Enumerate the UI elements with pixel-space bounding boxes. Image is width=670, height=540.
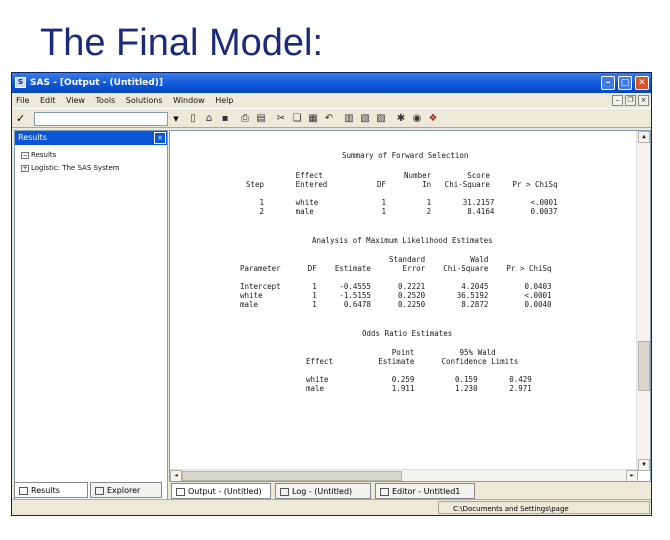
command-input[interactable]: [34, 112, 168, 126]
table-row: male 1 0.6478 0.2250 8.2872 0.0040: [240, 300, 552, 309]
collapse-icon[interactable]: −: [21, 151, 29, 159]
table-row: 2 male 1 2 8.4164 0.0037: [246, 207, 558, 216]
menu-solutions[interactable]: Solutions: [126, 93, 163, 108]
tree-item-label: Logistic: The SAS System: [31, 164, 120, 172]
tab-label: Log - (Untitled): [292, 487, 353, 496]
cut-icon[interactable]: ✂: [274, 112, 288, 126]
paste-icon[interactable]: ▦: [306, 112, 320, 126]
menu-edit[interactable]: Edit: [40, 93, 56, 108]
results-pane: Results × − Results + Logistic: The SAS Sy…: [14, 130, 168, 500]
menu-bar: File Edit View Tools Solutions Window He…: [12, 93, 651, 108]
table-row: white 0.259 0.159 0.429: [306, 375, 532, 384]
table-row: Intercept 1 -0.4555 0.2221 4.2045 0.0403: [240, 282, 552, 291]
editor-tab-icon: [380, 487, 389, 496]
slide-title: The Final Model:: [40, 22, 324, 64]
sas-logo-icon: S: [15, 77, 26, 88]
undo-icon[interactable]: ↶: [322, 112, 336, 126]
scroll-left-icon[interactable]: ◄: [170, 470, 182, 481]
child-minimize-button[interactable]: –: [612, 95, 623, 106]
child-restore-button[interactable]: ❐: [625, 95, 636, 106]
results-close-button[interactable]: ×: [154, 132, 166, 144]
submit-icon[interactable]: ✱: [394, 112, 408, 126]
results-header-label: Results: [18, 133, 47, 142]
check-icon[interactable]: ✓: [16, 112, 25, 125]
mle-header-row-1: Standard Wald: [240, 255, 489, 264]
forward-selection-title: Summary of Forward Selection: [342, 151, 469, 160]
menu-view[interactable]: View: [66, 93, 85, 108]
forward-header-row-1: Effect Number Score: [246, 171, 490, 180]
command-dropdown-icon[interactable]: ▼: [170, 112, 182, 126]
tab-editor[interactable]: Editor - Untitled1: [375, 483, 475, 499]
results-icon[interactable]: ▨: [374, 112, 388, 126]
scroll-up-icon[interactable]: ▲: [638, 131, 650, 143]
tab-label: Results: [31, 486, 60, 495]
tab-log[interactable]: Log - (Untitled): [275, 483, 371, 499]
tab-label: Output - (Untitled): [188, 487, 262, 496]
minimize-button[interactable]: –: [601, 76, 615, 90]
menu-help[interactable]: Help: [215, 93, 233, 108]
maximize-button[interactable]: □: [618, 76, 632, 90]
vertical-scrollbar[interactable]: ▲ ▼: [636, 131, 650, 471]
save-icon[interactable]: ▪: [218, 112, 232, 126]
tab-explorer[interactable]: Explorer: [90, 482, 162, 498]
tree-item-logistic[interactable]: + Logistic: The SAS System: [21, 164, 120, 172]
tree-item-results[interactable]: − Results: [21, 151, 56, 159]
log-tab-icon: [280, 487, 289, 496]
scroll-right-icon[interactable]: ►: [626, 470, 638, 481]
window-title: SAS - [Output - (Untitled)]: [30, 78, 163, 88]
close-button[interactable]: ✕: [635, 76, 649, 90]
current-folder-status[interactable]: C:\Documents and Settings\page: [438, 501, 650, 514]
expand-icon[interactable]: +: [21, 164, 29, 172]
scroll-down-icon[interactable]: ▼: [638, 459, 650, 471]
menu-window[interactable]: Window: [173, 93, 205, 108]
libraries-icon[interactable]: ▥: [342, 112, 356, 126]
menu-file[interactable]: File: [16, 93, 29, 108]
print-icon[interactable]: ⎙: [238, 112, 252, 126]
print-preview-icon[interactable]: ▤: [254, 112, 268, 126]
results-tab-icon: [19, 486, 28, 495]
explorer-tab-icon: [95, 486, 104, 495]
mle-header-row-2: Parameter DF Estimate Error Chi-Square P…: [240, 264, 552, 273]
options-icon[interactable]: ❖: [426, 112, 440, 126]
open-icon[interactable]: ⌂: [202, 112, 216, 126]
new-icon[interactable]: ▯: [186, 112, 200, 126]
child-close-button[interactable]: ×: [638, 95, 649, 106]
tab-label: Explorer: [107, 486, 141, 495]
menu-tools[interactable]: Tools: [96, 93, 116, 108]
explorer-icon[interactable]: ▧: [358, 112, 372, 126]
table-row: male 1.911 1.230 2.971: [306, 384, 532, 393]
odds-ratio-title: Odds Ratio Estimates: [362, 329, 453, 338]
status-bar: C:\Documents and Settings\page: [12, 499, 651, 515]
horizontal-scrollbar[interactable]: ◄ ►: [170, 469, 638, 481]
output-window[interactable]: Summary of Forward Selection Effect Numb…: [169, 130, 651, 482]
copy-icon[interactable]: ❏: [290, 112, 304, 126]
scroll-thumb[interactable]: [182, 471, 402, 481]
output-tab-icon: [176, 487, 185, 496]
tab-output[interactable]: Output - (Untitled): [171, 483, 271, 499]
forward-header-row-2: Step Entered DF In Chi-Square Pr > ChiSq: [246, 180, 558, 189]
help-icon[interactable]: ◉: [410, 112, 424, 126]
odds-header-row-1: Point 95% Wald: [306, 348, 496, 357]
results-tabs: Results Explorer: [14, 482, 168, 500]
tab-results[interactable]: Results: [14, 482, 88, 498]
scroll-thumb[interactable]: [638, 341, 650, 391]
window-tab-bar: Output - (Untitled) Log - (Untitled) Edi…: [169, 482, 651, 500]
tab-label: Editor - Untitled1: [392, 487, 461, 496]
sas-window: S SAS - [Output - (Untitled)] – □ ✕ File…: [11, 72, 652, 516]
title-bar[interactable]: S SAS - [Output - (Untitled)] – □ ✕: [12, 73, 651, 93]
tree-item-label: Results: [31, 151, 57, 159]
odds-header-row-2: Effect Estimate Confidence Limits: [306, 357, 519, 366]
mle-title: Analysis of Maximum Likelihood Estimates: [312, 236, 493, 245]
results-header: Results ×: [15, 131, 167, 145]
table-row: 1 white 1 1 31.2157 <.0001: [246, 198, 558, 207]
table-row: white 1 -1.5155 0.2520 36.5192 <.0001: [240, 291, 552, 300]
toolbar: ✓ ▼ ▯ ⌂ ▪ ⎙ ▤ ✂ ❏ ▦ ↶ ▥ ▧ ▨ ✱ ◉ ❖: [12, 108, 651, 128]
